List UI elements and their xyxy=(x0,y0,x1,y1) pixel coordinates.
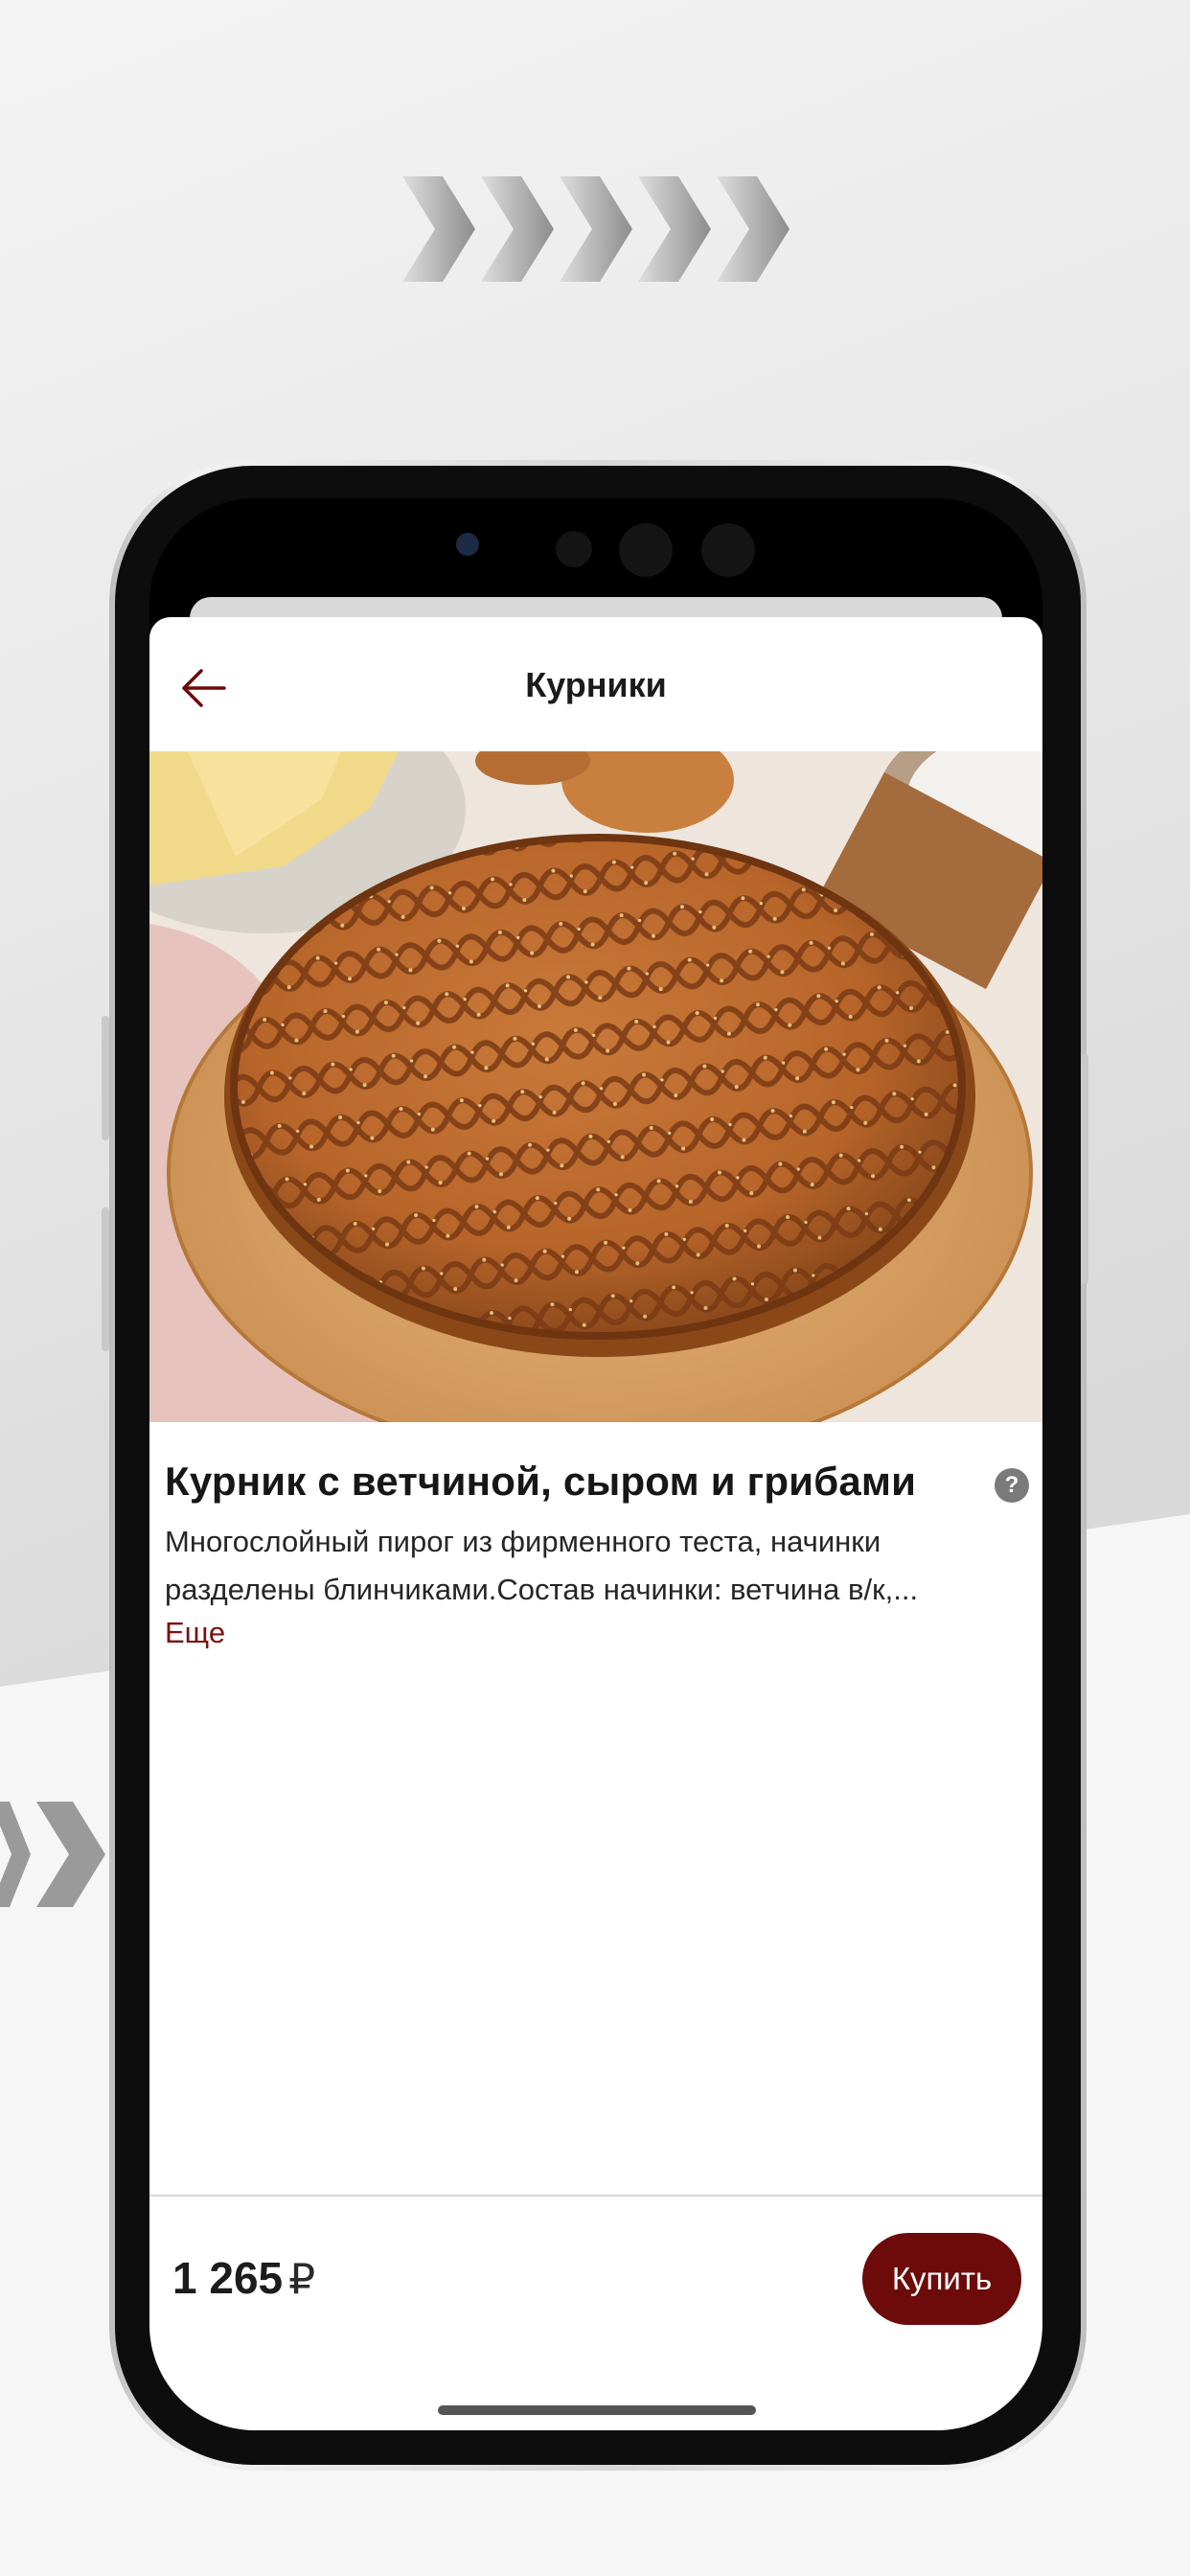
product-title: Курник с ветчиной, сыром и грибами xyxy=(165,1459,917,1504)
sensor-icon xyxy=(619,523,673,577)
buy-button[interactable]: Купить xyxy=(862,2233,1021,2325)
phone-volume-button xyxy=(102,1016,109,1140)
chevrons-decoration-top xyxy=(402,176,790,282)
product-image xyxy=(149,751,1042,1422)
phone-notch xyxy=(412,498,778,577)
sensor-icon xyxy=(701,523,755,577)
question-circle-icon[interactable]: ? xyxy=(995,1468,1029,1503)
home-indicator xyxy=(438,2405,756,2415)
more-link[interactable]: Еще xyxy=(165,1616,225,1650)
header: Курники xyxy=(149,617,1042,751)
phone-side-button xyxy=(1081,1054,1088,1284)
footer-divider xyxy=(149,2195,1042,2196)
product-description: Многослойный пирог из фирменного теста, … xyxy=(165,1525,919,1606)
currency-symbol: ₽ xyxy=(288,2256,316,2303)
price-value: 1 265 xyxy=(172,2253,284,2303)
phone-volume-button xyxy=(102,1208,109,1351)
price: 1 265 ₽ xyxy=(172,2252,315,2304)
sensor-icon xyxy=(556,531,592,567)
page-title: Курники xyxy=(525,665,667,704)
product-sheet: Курники Курник с ветчиной, сыром и гриба… xyxy=(149,617,1042,2430)
front-camera-icon xyxy=(456,533,479,556)
chevrons-decoration-left xyxy=(0,1802,105,1907)
